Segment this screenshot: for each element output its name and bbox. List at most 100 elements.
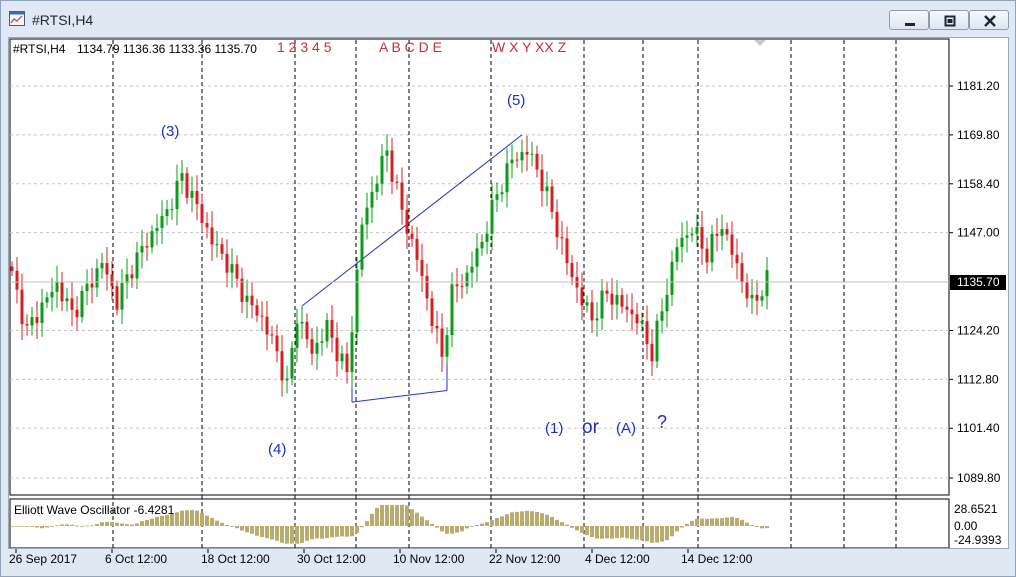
- candle-body: [40, 302, 44, 324]
- oscillator-bar: [185, 510, 189, 526]
- candle-body: [685, 235, 689, 238]
- oscillator-bar: [375, 507, 379, 526]
- oscillator-bar: [155, 516, 159, 526]
- candle-body: [385, 150, 389, 156]
- oscillator-bar: [650, 526, 654, 543]
- candle-body: [655, 320, 659, 362]
- wave-trend-line: [301, 134, 523, 307]
- candle-body: [70, 298, 74, 310]
- oscillator-bar: [195, 510, 199, 526]
- candle-body: [625, 306, 629, 310]
- symbol-label: #RTSI,H4: [13, 42, 66, 56]
- oscillator-bar: [70, 524, 74, 526]
- candle-body: [350, 332, 354, 373]
- wave-trend-line: [351, 390, 448, 403]
- oscillator-bar: [675, 526, 679, 532]
- candle-body: [560, 237, 564, 239]
- chart-area[interactable]: #RTSI,H4 1134.79 1136.36 1133.36 1135.70…: [8, 37, 1009, 549]
- title-bar[interactable]: #RTSI,H4: [1, 1, 1015, 37]
- oscillator-bar: [380, 504, 384, 526]
- oscillator-bar: [215, 520, 219, 526]
- candle-body: [155, 228, 159, 232]
- candle-body: [185, 173, 189, 198]
- oscillator-bar: [560, 522, 564, 526]
- candle-body: [145, 245, 149, 248]
- candle-body: [365, 207, 369, 225]
- price-chart[interactable]: #RTSI,H4 1134.79 1136.36 1133.36 1135.70…: [9, 38, 1008, 549]
- candle-body: [315, 342, 319, 354]
- close-button[interactable]: [969, 10, 1009, 30]
- oscillator-bar: [240, 526, 244, 531]
- candle-body: [115, 286, 119, 310]
- candle-body: [305, 321, 309, 340]
- oscillator-bar: [255, 526, 259, 536]
- oscillator-bar: [645, 526, 649, 542]
- candle-body: [120, 283, 124, 310]
- candle-body: [730, 234, 734, 255]
- oscillator-bar: [135, 523, 139, 526]
- price-axis-label: 1112.80: [957, 372, 999, 386]
- candle-body: [15, 270, 19, 290]
- oscillator-axis-zero: 0.00: [954, 519, 978, 533]
- oscillator-bar: [200, 512, 204, 526]
- candle-body: [100, 263, 104, 269]
- minimize-button[interactable]: [889, 10, 929, 30]
- oscillator-bar: [140, 521, 144, 526]
- wave-legend-complex: W X Y XX Z: [492, 39, 567, 55]
- oscillator-bar: [365, 521, 369, 526]
- oscillator-bar: [640, 526, 644, 541]
- candle-body: [30, 317, 34, 326]
- oscillator-bar: [465, 526, 469, 529]
- oscillator-bar: [210, 518, 214, 526]
- window-title: #RTSI,H4: [32, 12, 94, 28]
- oscillator-bar: [130, 524, 134, 526]
- candle-body: [220, 244, 224, 254]
- chart-shift-marker[interactable]: [754, 40, 766, 46]
- candle-body: [630, 309, 634, 315]
- candle-body: [95, 268, 99, 288]
- candle-body: [525, 152, 529, 155]
- oscillator-bar: [350, 526, 354, 537]
- candle-body: [295, 323, 299, 348]
- candle-body: [195, 191, 199, 205]
- oscillator-bar: [415, 512, 419, 526]
- oscillator-bar: [700, 518, 704, 526]
- oscillator-bar: [325, 526, 329, 539]
- candle-body: [505, 163, 509, 193]
- candle-body: [355, 269, 359, 333]
- oscillator-bar: [455, 526, 459, 533]
- oscillator-bar: [360, 526, 364, 528]
- candle-body: [250, 295, 254, 306]
- oscillator-bar: [460, 526, 464, 532]
- oscillator-bar: [75, 525, 79, 527]
- oscillator-bar: [660, 526, 664, 542]
- oscillator-bar: [225, 525, 229, 526]
- oscillator-bar: [330, 526, 334, 538]
- candle-body: [510, 159, 514, 164]
- oscillator-bar: [760, 526, 764, 529]
- oscillator-bar: [205, 515, 209, 526]
- price-axis-label: 1181.20: [957, 79, 1000, 93]
- candle-body: [720, 229, 724, 236]
- oscillator-bar: [495, 517, 499, 526]
- oscillator-bar: [265, 526, 269, 539]
- candle-body: [620, 295, 624, 307]
- oscillator-bar: [425, 520, 429, 526]
- oscillator-bar: [710, 518, 714, 526]
- oscillator-bar: [500, 516, 504, 526]
- candle-body: [105, 263, 109, 275]
- oscillator-bar: [100, 522, 104, 526]
- candle-body: [165, 209, 169, 217]
- oscillator-bar: [190, 510, 194, 526]
- candle-body: [585, 302, 589, 306]
- candle-body: [750, 294, 754, 299]
- candle-body: [545, 186, 549, 192]
- restore-button[interactable]: [929, 10, 969, 30]
- oscillator-bar: [480, 523, 484, 526]
- oscillator-bar: [765, 526, 769, 529]
- candle-body: [395, 181, 399, 183]
- oscillator-bar: [145, 519, 149, 526]
- candle-body: [320, 341, 324, 343]
- candle-body: [210, 227, 214, 245]
- candle-body: [90, 283, 94, 288]
